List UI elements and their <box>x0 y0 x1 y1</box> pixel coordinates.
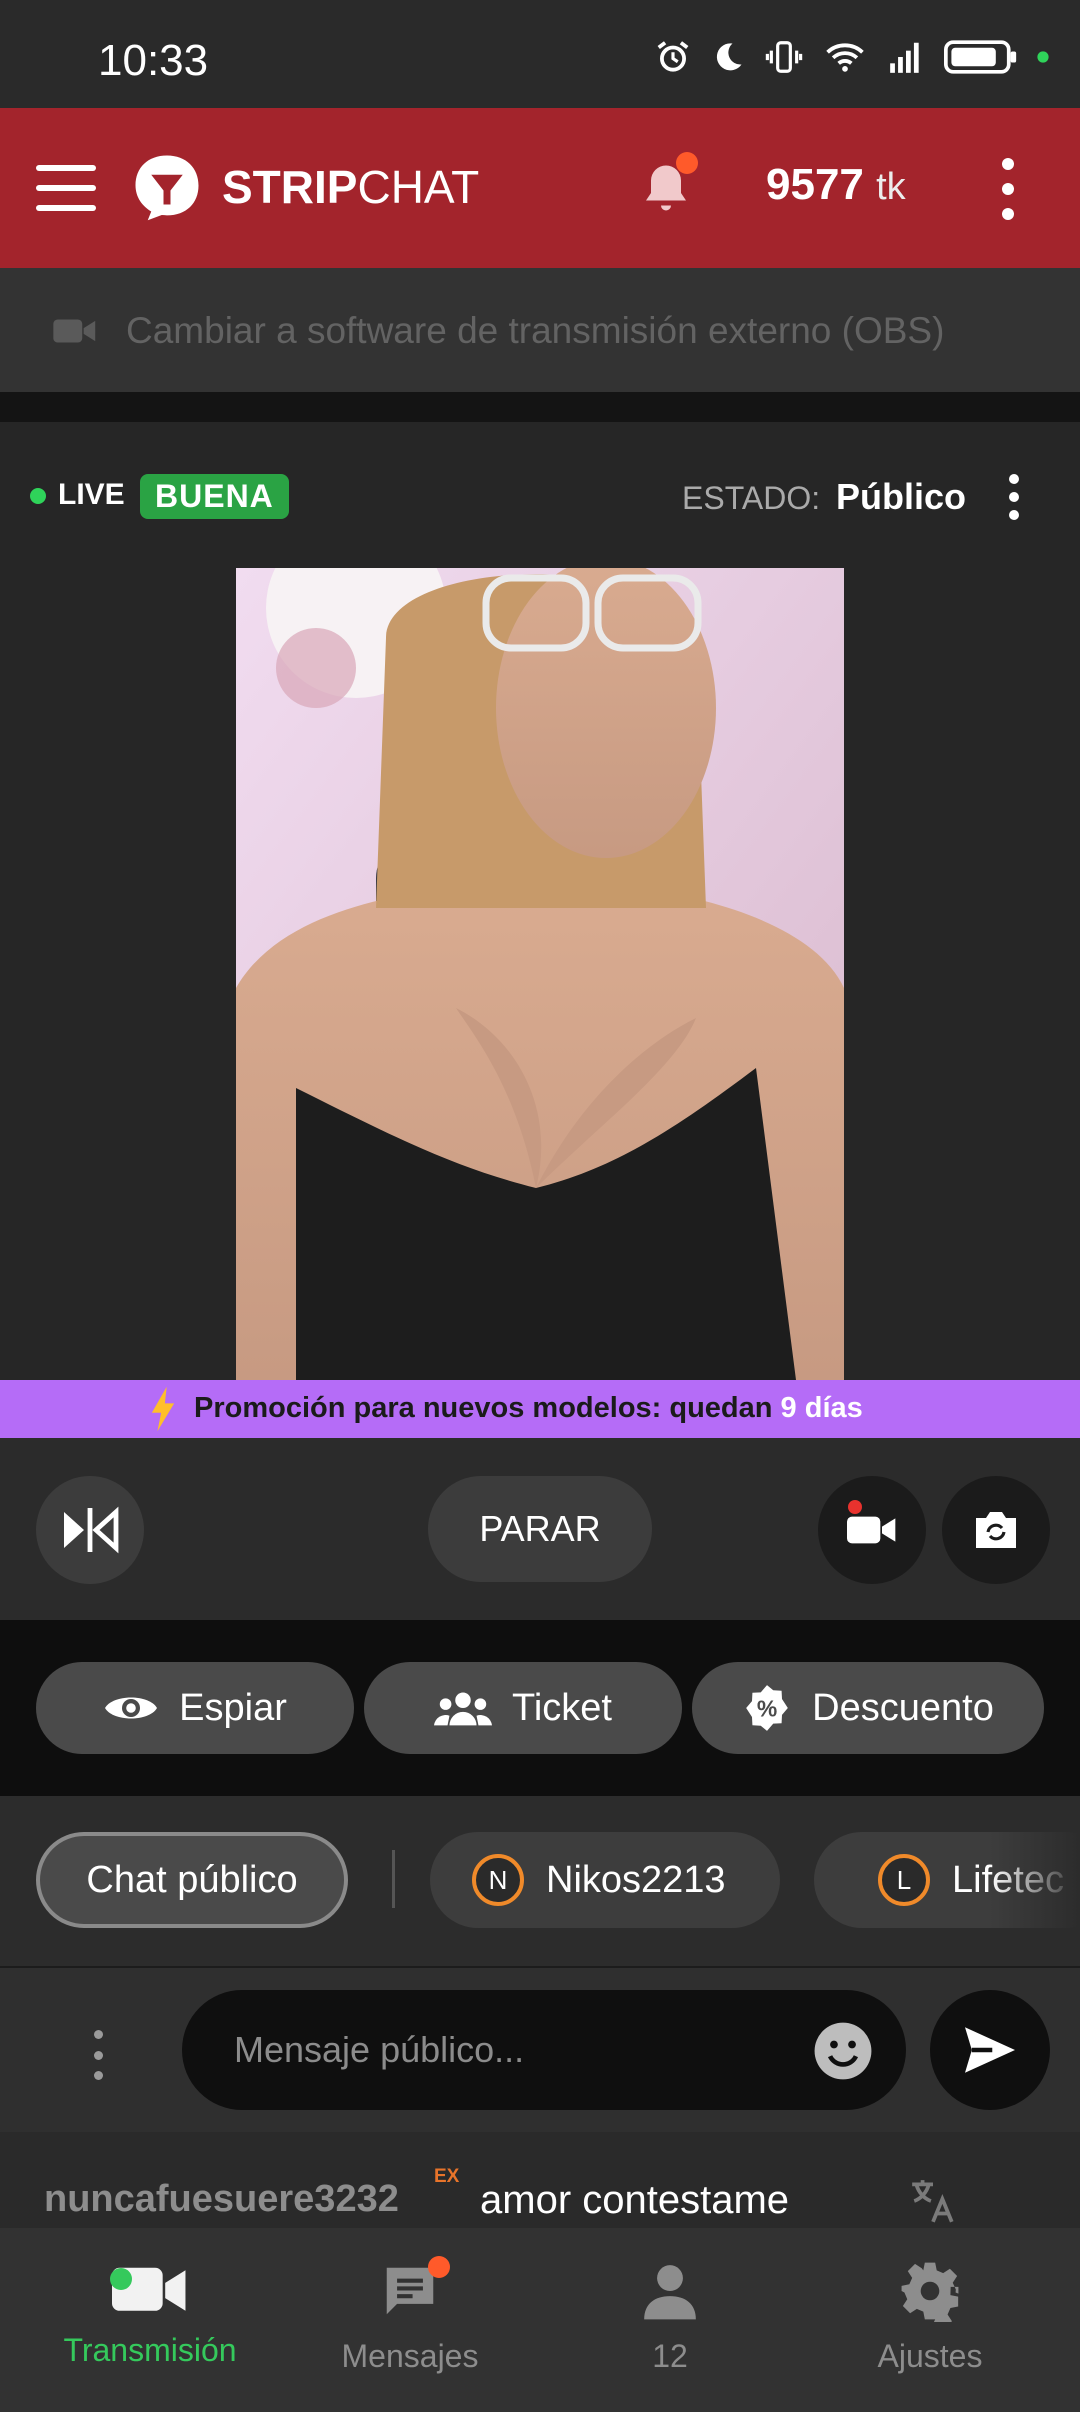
mirror-icon <box>64 1506 119 1554</box>
nav-label: Ajustes <box>877 2338 983 2374</box>
translate-icon[interactable] <box>908 2176 958 2226</box>
video-camera-icon <box>53 319 96 343</box>
send-button[interactable] <box>930 1990 1050 2110</box>
video-camera-icon <box>847 1516 896 1544</box>
tab-public-chat[interactable]: Chat público <box>36 1832 348 1928</box>
discount-badge-icon: % <box>746 1685 788 1731</box>
switch-camera-icon <box>976 1512 1016 1548</box>
avatar: L <box>878 1854 930 1906</box>
group-icon <box>434 1692 493 1726</box>
token-balance[interactable]: 9577 tk <box>766 160 906 210</box>
camera-toggle-button[interactable] <box>818 1476 926 1584</box>
stream-more-icon[interactable] <box>1006 474 1022 520</box>
ticket-label: Ticket <box>512 1686 612 1729</box>
signal-icon <box>890 42 919 73</box>
vibrate-icon <box>765 41 803 73</box>
svg-text:%: % <box>757 1695 777 1721</box>
estado-label: ESTADO: <box>682 480 821 516</box>
stop-stream-button[interactable]: PARAR <box>428 1476 652 1582</box>
divider <box>0 392 1080 422</box>
nav-viewers[interactable]: 12 <box>550 2260 790 2375</box>
active-status-dot <box>110 2268 132 2290</box>
emoji-icon[interactable] <box>812 2020 874 2082</box>
chat-username[interactable]: nuncafuesuere3232 <box>44 2178 399 2221</box>
battery-icon <box>944 40 1017 74</box>
discount-label: Descuento <box>812 1686 994 1729</box>
obs-switch-label: Cambiar a software de transmisión extern… <box>126 310 945 351</box>
live-video-preview <box>236 568 844 1380</box>
user-badge: EX <box>434 2166 460 2187</box>
tabs-fade <box>990 1830 1080 1930</box>
composer-more-icon[interactable] <box>92 2030 104 2080</box>
discount-button[interactable]: % Descuento <box>692 1662 1044 1754</box>
live-label: LIVE <box>58 478 125 511</box>
ticket-button[interactable]: Ticket <box>364 1662 682 1754</box>
tab-user-name: Nikos2213 <box>546 1858 726 1901</box>
send-icon <box>965 2027 1015 2073</box>
nav-label: 12 <box>652 2338 688 2374</box>
tabs-divider <box>392 1850 395 1908</box>
switch-camera-button[interactable] <box>942 1476 1050 1584</box>
spy-label: Espiar <box>179 1686 287 1729</box>
tab-private-chat[interactable]: N Nikos2213 <box>430 1832 780 1928</box>
mirror-button[interactable] <box>36 1476 144 1584</box>
nav-ajustes[interactable]: Ajustes <box>810 2260 1050 2375</box>
wifi-icon <box>826 43 864 72</box>
status-icons <box>654 38 1050 76</box>
promo-text: Promoción para nuevos modelos: quedan 9 … <box>194 1392 863 1424</box>
moon-icon <box>716 43 742 71</box>
person-icon <box>644 2265 696 2320</box>
messages-badge <box>428 2256 450 2278</box>
spy-button[interactable]: Espiar <box>36 1662 354 1754</box>
nav-transmision[interactable]: Transmisión <box>30 2260 270 2369</box>
live-indicator-dot <box>30 488 46 504</box>
estado-value[interactable]: Público <box>836 476 966 518</box>
gear-icon <box>901 2262 959 2322</box>
stripchat-logo-icon <box>135 155 199 221</box>
public-message-input[interactable] <box>182 1990 906 2110</box>
chat-message-text: amor contestame <box>480 2178 790 2222</box>
header-more-icon[interactable] <box>996 158 1020 220</box>
nav-mensajes[interactable]: Mensajes <box>290 2260 530 2375</box>
privacy-dot-icon <box>1037 51 1049 63</box>
nav-label: Transmisión <box>63 2332 237 2368</box>
eye-icon <box>105 1697 158 1719</box>
recording-dot <box>848 1500 862 1514</box>
notification-badge <box>676 152 698 174</box>
nav-label: Mensajes <box>341 2338 479 2374</box>
connection-quality-badge: BUENA <box>140 474 289 519</box>
alarm-icon <box>657 41 689 72</box>
status-time: 10:33 <box>98 36 209 85</box>
brand-name: STRIPCHAT <box>222 161 480 213</box>
hamburger-menu-icon[interactable] <box>36 165 96 211</box>
avatar: N <box>472 1854 524 1906</box>
lightning-icon <box>151 1386 175 1432</box>
